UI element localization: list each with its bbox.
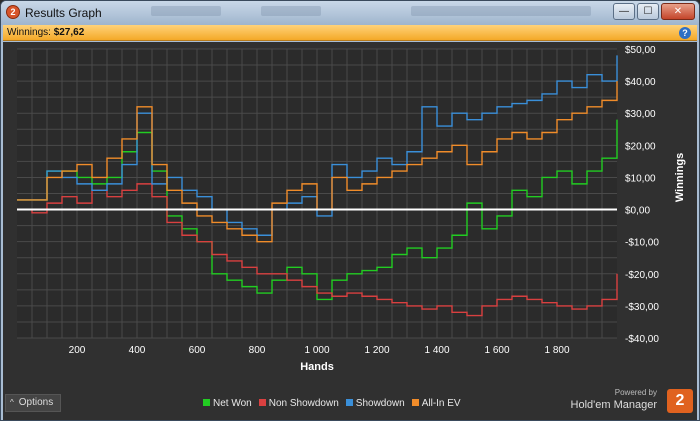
app-logo-icon: 2: [6, 5, 20, 19]
powered-by-text: Powered by: [614, 388, 657, 397]
holdem-manager-logo-icon: 2: [667, 389, 693, 413]
legend-label: All-In EV: [421, 398, 461, 409]
brand-name: Hold'em Manager: [570, 399, 657, 411]
y-tick-label: -$20,00: [625, 270, 659, 281]
x-tick-label: 1 800: [544, 345, 569, 356]
legend-swatch: [345, 399, 353, 406]
x-tick-label: 1 000: [304, 345, 329, 356]
results-chart: 200 400 600 800 1 000 1 200 1 400 1 600 1 800 $50…: [17, 45, 686, 373]
y-tick-label: $50,00: [625, 45, 656, 56]
y-tick-label: -$30,00: [625, 302, 659, 313]
y-tick-label: -$40,00: [625, 334, 659, 345]
background-ghost-2: [261, 6, 321, 16]
legend-label: Net Won: [213, 398, 252, 409]
y-tick-label: $20,00: [625, 141, 656, 152]
winnings-bar: Winnings: $27,62 ?: [3, 25, 697, 41]
legend-swatch: [203, 399, 210, 406]
minimize-button[interactable]: —: [613, 3, 635, 20]
y-tick-label: $0,00: [625, 206, 650, 217]
maximize-button[interactable]: ☐: [637, 3, 659, 20]
chevron-up-icon: ^: [10, 398, 14, 407]
options-button[interactable]: ^ Options: [5, 394, 61, 412]
legend-item-net-won[interactable]: Net Won: [203, 398, 252, 409]
x-tick-label: 400: [129, 345, 146, 356]
chart-legend: Net Won Non Showdown Showdown All-In EV: [203, 398, 468, 409]
legend-item-non-showdown[interactable]: Non Showdown: [258, 398, 339, 409]
x-tick-label: 1 200: [364, 345, 389, 356]
close-button[interactable]: ✕: [661, 3, 695, 20]
winnings-label: Winnings: $27,62: [7, 27, 84, 38]
y-tick-label: $30,00: [625, 109, 656, 120]
help-icon[interactable]: ?: [679, 27, 691, 39]
y-tick-label: $40,00: [625, 77, 656, 88]
legend-item-all-in-ev[interactable]: All-In EV: [411, 398, 461, 409]
y-tick-label: $10,00: [625, 173, 656, 184]
legend-swatch: [258, 399, 266, 406]
options-label: Options: [18, 397, 54, 408]
window-title: Results Graph: [25, 6, 102, 20]
x-tick-label: 1 600: [484, 345, 509, 356]
legend-label: Non Showdown: [268, 398, 339, 409]
graph-area: 200 400 600 800 1 000 1 200 1 400 1 600 1 800 $50…: [3, 42, 697, 420]
background-ghost-1: [151, 6, 221, 16]
background-ghost-3: [411, 6, 591, 16]
x-tick-label: 200: [69, 345, 86, 356]
y-tick-label: -$10,00: [625, 238, 659, 249]
winnings-value: $27,62: [53, 27, 85, 38]
legend-item-showdown[interactable]: Showdown: [345, 398, 405, 409]
x-tick-label: 800: [249, 345, 266, 356]
results-graph-window: 2 Results Graph — ☐ ✕ Winnings: $27,62 ?…: [0, 0, 700, 421]
x-axis-label: Hands: [300, 361, 334, 373]
brand-block: Powered by Hold'em Manager 2: [563, 386, 693, 416]
winnings-label-text: Winnings:: [7, 27, 51, 38]
y-axis-label: Winnings: [674, 153, 686, 202]
x-tick-label: 600: [189, 345, 206, 356]
x-tick-label: 1 400: [424, 345, 449, 356]
legend-label: Showdown: [355, 398, 405, 409]
legend-swatch: [411, 399, 419, 406]
title-bar[interactable]: 2 Results Graph — ☐ ✕: [1, 1, 699, 25]
